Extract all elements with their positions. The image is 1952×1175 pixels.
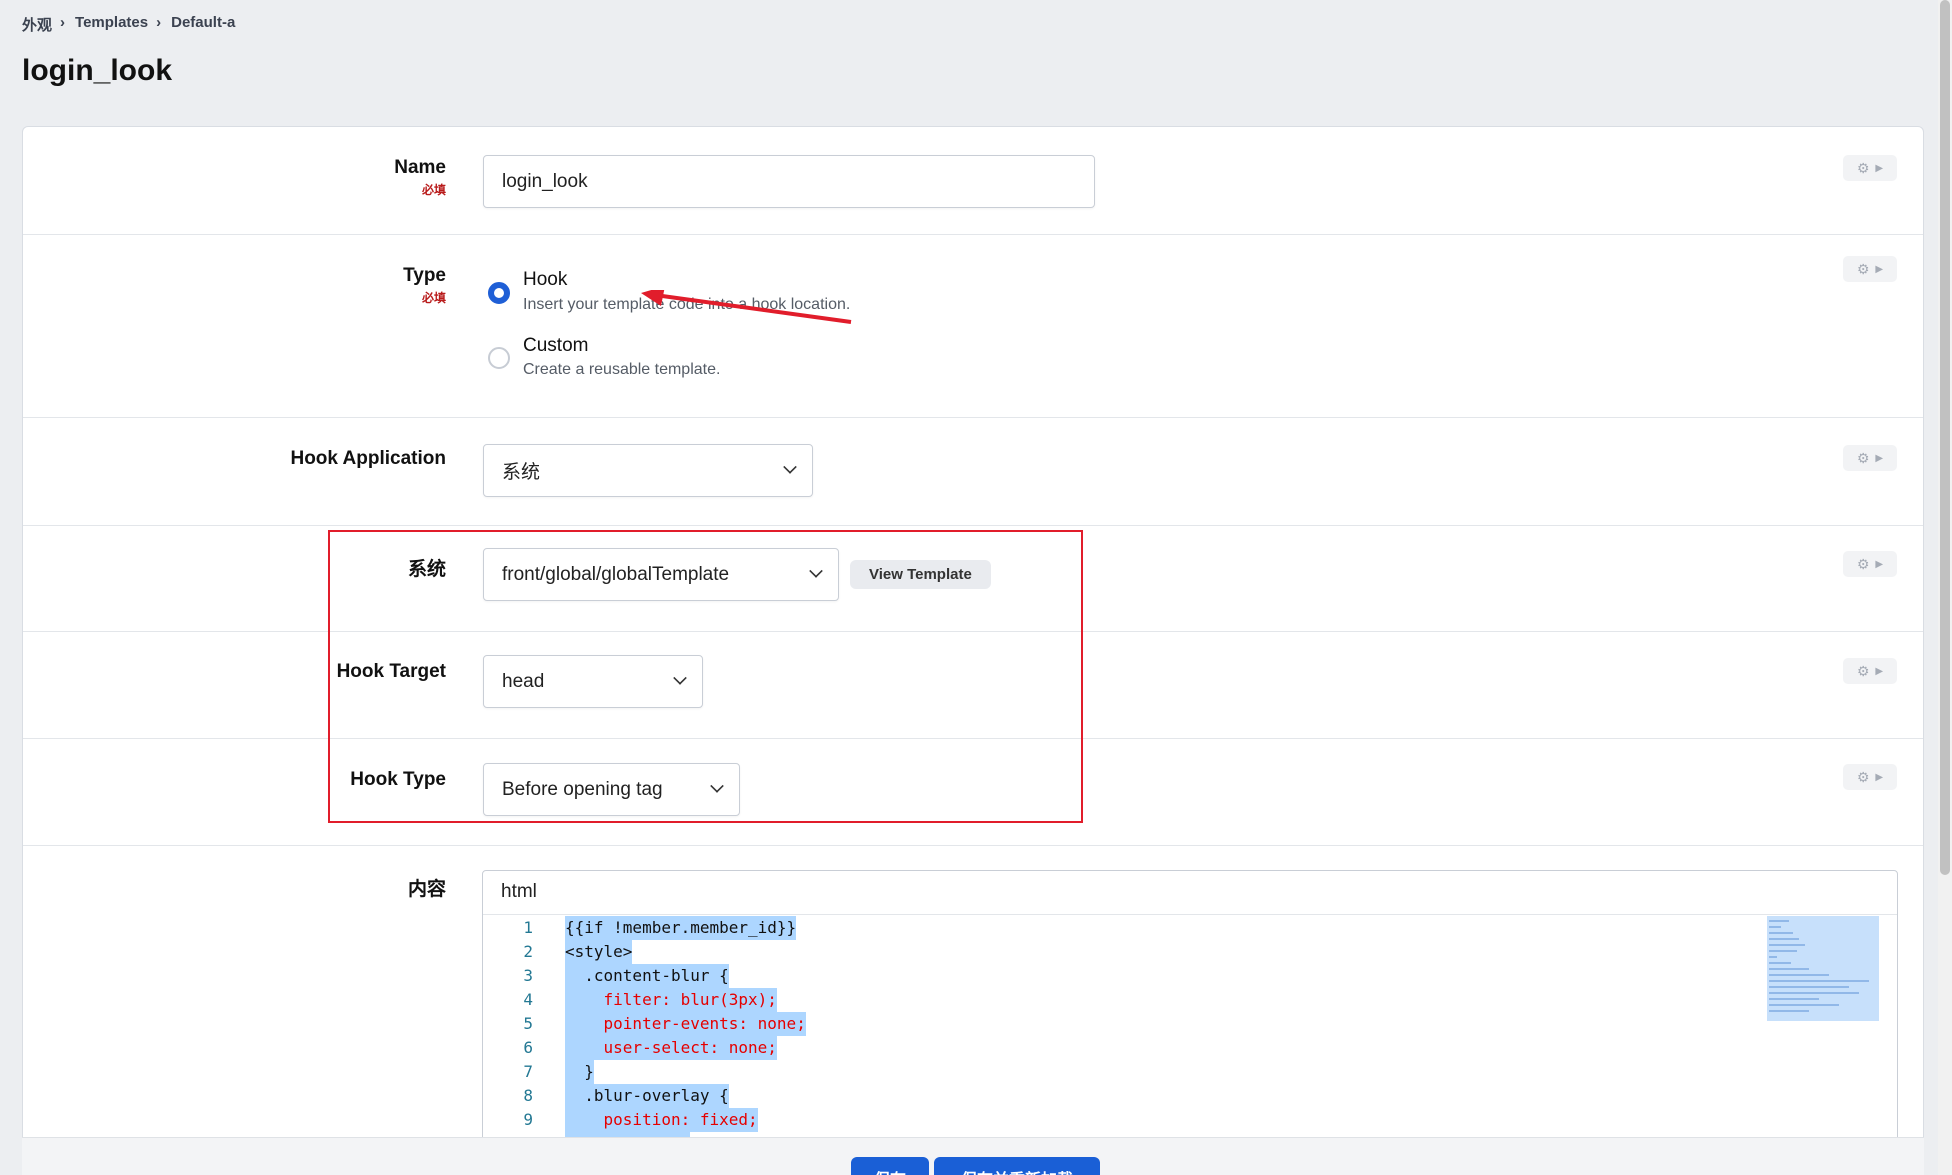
code-line[interactable]: 4 filter: blur(3px); xyxy=(483,988,1783,1012)
breadcrumb-item-appearance[interactable]: 外观 xyxy=(22,14,52,35)
code-line[interactable]: 6 user-select: none; xyxy=(483,1036,1783,1060)
save-and-reload-button[interactable]: 保存并重新加载 xyxy=(934,1157,1100,1175)
code-line[interactable]: 1 {{if !member.member_id}} xyxy=(483,916,1783,940)
breadcrumb: 外观 › Templates › Default-a xyxy=(22,14,235,35)
field-settings-button[interactable]: ⚙ ▶ xyxy=(1843,445,1897,471)
type-row: Type 必填 Hook Insert your template code i… xyxy=(23,235,1923,418)
code-lines[interactable]: 1 {{if !member.member_id}} 2 <style> 3 .co… xyxy=(483,916,1783,1156)
hook-application-select[interactable]: 系统 xyxy=(483,444,813,497)
name-row: Name 必填 login_look ⚙ ▶ xyxy=(23,127,1923,235)
type-custom-description: Create a reusable template. xyxy=(523,361,721,378)
chevron-down-icon xyxy=(783,460,797,474)
chevron-right-icon: › xyxy=(156,14,162,31)
caret-right-icon: ▶ xyxy=(1875,665,1884,677)
gear-icon: ⚙ xyxy=(1856,260,1870,277)
gear-icon: ⚙ xyxy=(1856,662,1870,679)
caret-right-icon: ▶ xyxy=(1875,162,1884,174)
chevron-right-icon: › xyxy=(60,14,66,31)
caret-right-icon: ▶ xyxy=(1875,263,1884,275)
type-hook-title[interactable]: Hook xyxy=(523,269,567,291)
page-scrollbar[interactable] xyxy=(1938,0,1952,1175)
name-label: Name 必填 xyxy=(394,157,446,197)
annotation-arrow xyxy=(641,290,852,324)
gear-icon: ⚙ xyxy=(1856,768,1870,785)
code-line[interactable]: 8 .blur-overlay { xyxy=(483,1084,1783,1108)
field-settings-button[interactable]: ⚙ ▶ xyxy=(1843,551,1897,577)
scrollbar-thumb[interactable] xyxy=(1940,0,1950,875)
type-custom-title[interactable]: Custom xyxy=(523,335,588,357)
editor-minimap[interactable] xyxy=(1767,916,1879,1169)
breadcrumb-item-current[interactable]: Default-a xyxy=(171,14,235,35)
code-line[interactable]: 9 position: fixed; xyxy=(483,1108,1783,1132)
gear-icon: ⚙ xyxy=(1856,449,1870,466)
breadcrumb-item-templates[interactable]: Templates xyxy=(75,14,148,35)
required-marker: 必填 xyxy=(421,291,446,305)
code-editor[interactable]: html 1 {{if !member.member_id}} 2 <style> … xyxy=(482,870,1898,1170)
name-input[interactable]: login_look xyxy=(483,155,1095,208)
code-line[interactable]: 7 } xyxy=(483,1060,1783,1084)
type-custom-radio[interactable] xyxy=(488,347,510,369)
hook-application-label: Hook Application xyxy=(290,448,446,469)
code-line[interactable]: 5 pointer-events: none; xyxy=(483,1012,1783,1036)
caret-right-icon: ▶ xyxy=(1875,558,1884,570)
field-settings-button[interactable]: ⚙ ▶ xyxy=(1843,155,1897,181)
gear-icon: ⚙ xyxy=(1856,555,1870,572)
code-line[interactable]: 3 .content-blur { xyxy=(483,964,1783,988)
code-line[interactable]: 2 <style> xyxy=(483,940,1783,964)
save-button[interactable]: 保存 xyxy=(851,1157,929,1175)
field-settings-button[interactable]: ⚙ ▶ xyxy=(1843,256,1897,282)
type-hook-radio[interactable] xyxy=(488,282,510,304)
editor-language-label: html xyxy=(501,881,537,902)
page-title: login_look xyxy=(22,54,172,87)
caret-right-icon: ▶ xyxy=(1875,771,1884,783)
required-marker: 必填 xyxy=(421,183,446,197)
annotation-highlight-box xyxy=(328,530,1083,823)
content-label: 内容 xyxy=(407,879,446,900)
field-settings-button[interactable]: ⚙ ▶ xyxy=(1843,764,1897,790)
caret-right-icon: ▶ xyxy=(1875,452,1884,464)
gear-icon: ⚙ xyxy=(1856,159,1870,176)
hook-application-row: Hook Application 系统 ⚙ ▶ xyxy=(23,418,1923,526)
type-label: Type 必填 xyxy=(403,265,446,305)
field-settings-button[interactable]: ⚙ ▶ xyxy=(1843,658,1897,684)
